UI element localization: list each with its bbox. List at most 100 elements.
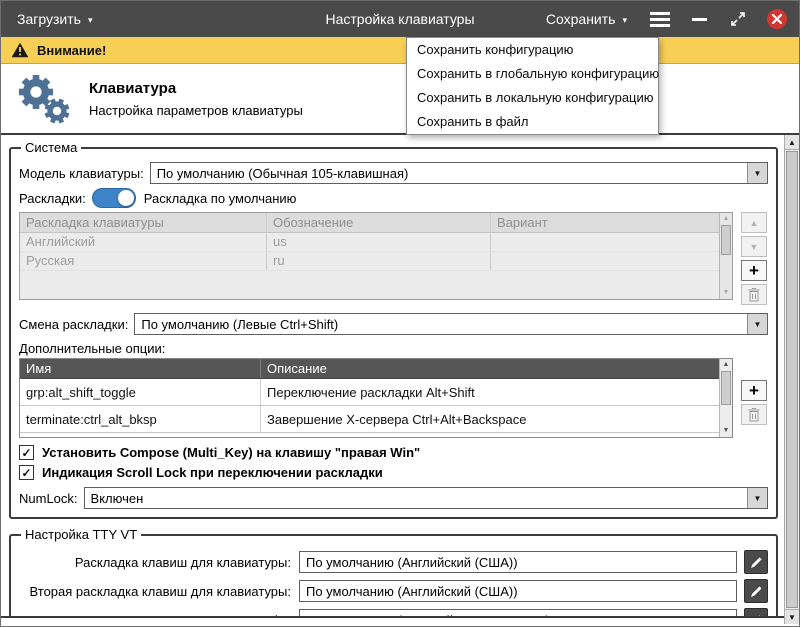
table-row[interactable]: grp:alt_shift_toggle Переключение раскла… bbox=[20, 379, 719, 406]
hamburger-bars bbox=[650, 11, 670, 27]
expand-arrows-icon bbox=[731, 12, 745, 26]
save-dropdown-menu: Сохранить конфигурацию Сохранить в глоба… bbox=[406, 37, 659, 135]
compose-checkbox[interactable]: ✓ bbox=[19, 445, 34, 460]
table-row[interactable]: terminate:ctrl_alt_bksp Завершение X-сер… bbox=[20, 406, 719, 433]
system-section: Система Модель клавиатуры: По умолчанию … bbox=[9, 140, 778, 519]
layouts-table-wrap: Раскладка клавиатуры Обозначение Вариант… bbox=[19, 212, 768, 305]
close-button[interactable] bbox=[765, 7, 789, 31]
scroll-up-icon[interactable]: ▲ bbox=[785, 135, 799, 150]
tty-font-field[interactable]: По умолчанию (Европейская латинская) bbox=[299, 609, 737, 617]
tty-font-value: По умолчанию (Европейская латинская) bbox=[306, 613, 550, 617]
scroll-up-icon[interactable]: ▲ bbox=[720, 214, 732, 224]
layout-switch-row: Смена раскладки: По умолчанию (Левые Ctr… bbox=[19, 313, 768, 335]
load-menu-label: Загрузить bbox=[17, 11, 81, 27]
combo-dropdown-icon[interactable]: ▼ bbox=[747, 163, 767, 183]
warning-text: Внимание! bbox=[37, 42, 107, 58]
warning-bar: Внимание! bbox=[1, 37, 799, 64]
tty-section: Настройка TTY VT Раскладка клавиш для кл… bbox=[9, 527, 778, 617]
tty-section-legend: Настройка TTY VT bbox=[25, 527, 138, 542]
table-row[interactable]: Английский us bbox=[20, 233, 719, 252]
scroll-down-icon[interactable]: ▼ bbox=[785, 609, 799, 624]
check-icon: ✓ bbox=[21, 445, 32, 460]
minimize-icon bbox=[691, 17, 707, 21]
system-section-legend: Система bbox=[25, 140, 78, 155]
menu-item-save-local-config[interactable]: Сохранить в локальную конфигурацию bbox=[407, 86, 658, 110]
tty-layout-field[interactable]: По умолчанию (Английский (США)) bbox=[299, 551, 737, 573]
tty-second-layout-label: Вторая раскладка клавиш для клавиатуры: bbox=[29, 583, 291, 599]
module-title: Клавиатура bbox=[89, 79, 177, 97]
layout-switch-label: Смена раскладки: bbox=[19, 316, 129, 332]
column-header-name: Имя bbox=[26, 361, 52, 376]
menu-item-save-to-file[interactable]: Сохранить в файл bbox=[407, 110, 658, 134]
options-table-scrollbar[interactable]: ▲ ▼ bbox=[719, 359, 732, 437]
scrollbar-thumb[interactable] bbox=[721, 371, 731, 405]
numlock-row: NumLock: Включен ▼ bbox=[19, 487, 768, 509]
close-icon bbox=[767, 9, 787, 29]
cell-code: us bbox=[266, 233, 490, 251]
cell-option-name: terminate:ctrl_alt_bksp bbox=[26, 412, 157, 427]
scroll-lock-checkbox[interactable]: ✓ bbox=[19, 465, 34, 480]
menu-item-save-global-config[interactable]: Сохранить в глобальную конфигурацию bbox=[407, 62, 659, 86]
delete-layout-button[interactable] bbox=[741, 284, 767, 305]
pencil-icon bbox=[750, 585, 762, 597]
scroll-down-icon[interactable]: ▼ bbox=[720, 426, 732, 436]
keyboard-model-value: По умолчанию (Обычная 105-клавишная) bbox=[156, 165, 409, 181]
combo-dropdown-icon[interactable]: ▼ bbox=[747, 314, 767, 334]
chevron-down-icon: ▾ bbox=[622, 14, 627, 25]
layouts-default-label: Раскладка по умолчанию bbox=[143, 190, 297, 206]
combo-dropdown-icon[interactable]: ▼ bbox=[747, 488, 767, 508]
move-up-button[interactable]: ▲ bbox=[741, 212, 767, 233]
scroll-lock-checkbox-row[interactable]: ✓ Индикация Scroll Lock при переключении… bbox=[19, 465, 768, 480]
gears-icon bbox=[19, 74, 70, 123]
tty-second-layout-field[interactable]: По умолчанию (Английский (США)) bbox=[299, 580, 737, 602]
plus-icon: + bbox=[749, 381, 759, 400]
move-down-button[interactable]: ▼ bbox=[741, 236, 767, 257]
edit-tty-second-layout-button[interactable] bbox=[744, 579, 768, 603]
vertical-scrollbar[interactable]: ▲ ▼ bbox=[784, 135, 799, 624]
scroll-down-icon[interactable]: ▼ bbox=[720, 288, 732, 298]
cell-option-description: Завершение X-сервера Ctrl+Alt+Backspace bbox=[260, 406, 719, 432]
layouts-table-scrollbar[interactable]: ▲ ▼ bbox=[719, 213, 732, 299]
window-title: Настройка клавиатуры bbox=[325, 11, 475, 27]
cell-option-name: grp:alt_shift_toggle bbox=[26, 385, 136, 400]
expand-button[interactable] bbox=[726, 7, 750, 31]
save-menu-button[interactable]: Сохранить ▾ bbox=[540, 7, 633, 31]
hamburger-menu-icon[interactable] bbox=[648, 7, 672, 31]
add-option-button[interactable]: + bbox=[741, 380, 767, 401]
tty-second-layout-row: Вторая раскладка клавиш для клавиатуры: … bbox=[19, 579, 768, 603]
keyboard-model-select[interactable]: По умолчанию (Обычная 105-клавишная) ▼ bbox=[149, 162, 768, 184]
titlebar-actions: Сохранить ▾ bbox=[540, 7, 789, 31]
module-subtitle: Настройка параметров клавиатуры bbox=[89, 102, 303, 118]
delete-option-button[interactable] bbox=[741, 404, 767, 425]
edit-tty-layout-button[interactable] bbox=[744, 550, 768, 574]
column-header-variant: Вариант bbox=[490, 213, 719, 232]
layouts-toggle-row: Раскладки: Раскладка по умолчанию bbox=[19, 188, 768, 208]
minimize-button[interactable] bbox=[687, 7, 711, 31]
table-row[interactable]: Русская ru bbox=[20, 252, 719, 271]
arrow-down-glyph: ▼ bbox=[788, 612, 796, 622]
layouts-default-toggle[interactable] bbox=[91, 188, 136, 208]
compose-checkbox-row[interactable]: ✓ Установить Compose (Multi_Key) на клав… bbox=[19, 445, 768, 460]
scrollbar-thumb[interactable] bbox=[786, 151, 798, 608]
numlock-select[interactable]: Включен ▼ bbox=[83, 487, 768, 509]
chevron-down-icon: ▾ bbox=[87, 14, 93, 25]
scrollbar-thumb[interactable] bbox=[721, 225, 731, 255]
column-header-layout: Раскладка клавиатуры bbox=[26, 215, 164, 230]
check-icon: ✓ bbox=[21, 465, 32, 480]
load-menu-button[interactable]: Загрузить ▾ bbox=[11, 7, 98, 31]
save-menu-label: Сохранить bbox=[545, 11, 616, 27]
edit-tty-font-button[interactable] bbox=[744, 608, 768, 616]
plus-icon: + bbox=[749, 261, 759, 280]
tty-font-label: Шрифт: bbox=[19, 613, 291, 617]
scroll-up-icon[interactable]: ▲ bbox=[720, 360, 732, 370]
trash-icon bbox=[748, 407, 760, 421]
cell-variant bbox=[490, 233, 719, 251]
module-header: Клавиатура Настройка параметров клавиату… bbox=[1, 64, 799, 135]
layout-switch-select[interactable]: По умолчанию (Левые Ctrl+Shift) ▼ bbox=[134, 313, 768, 335]
menu-item-save-config[interactable]: Сохранить конфигурацию bbox=[407, 38, 658, 62]
keyboard-settings-window: Загрузить ▾ Настройка клавиатуры Сохрани… bbox=[0, 0, 800, 627]
add-layout-button[interactable]: + bbox=[741, 260, 767, 281]
scroll-lock-checkbox-label: Индикация Scroll Lock при переключении р… bbox=[42, 465, 383, 480]
cell-layout: Русская bbox=[26, 253, 75, 268]
options-buttons: + bbox=[740, 358, 768, 425]
